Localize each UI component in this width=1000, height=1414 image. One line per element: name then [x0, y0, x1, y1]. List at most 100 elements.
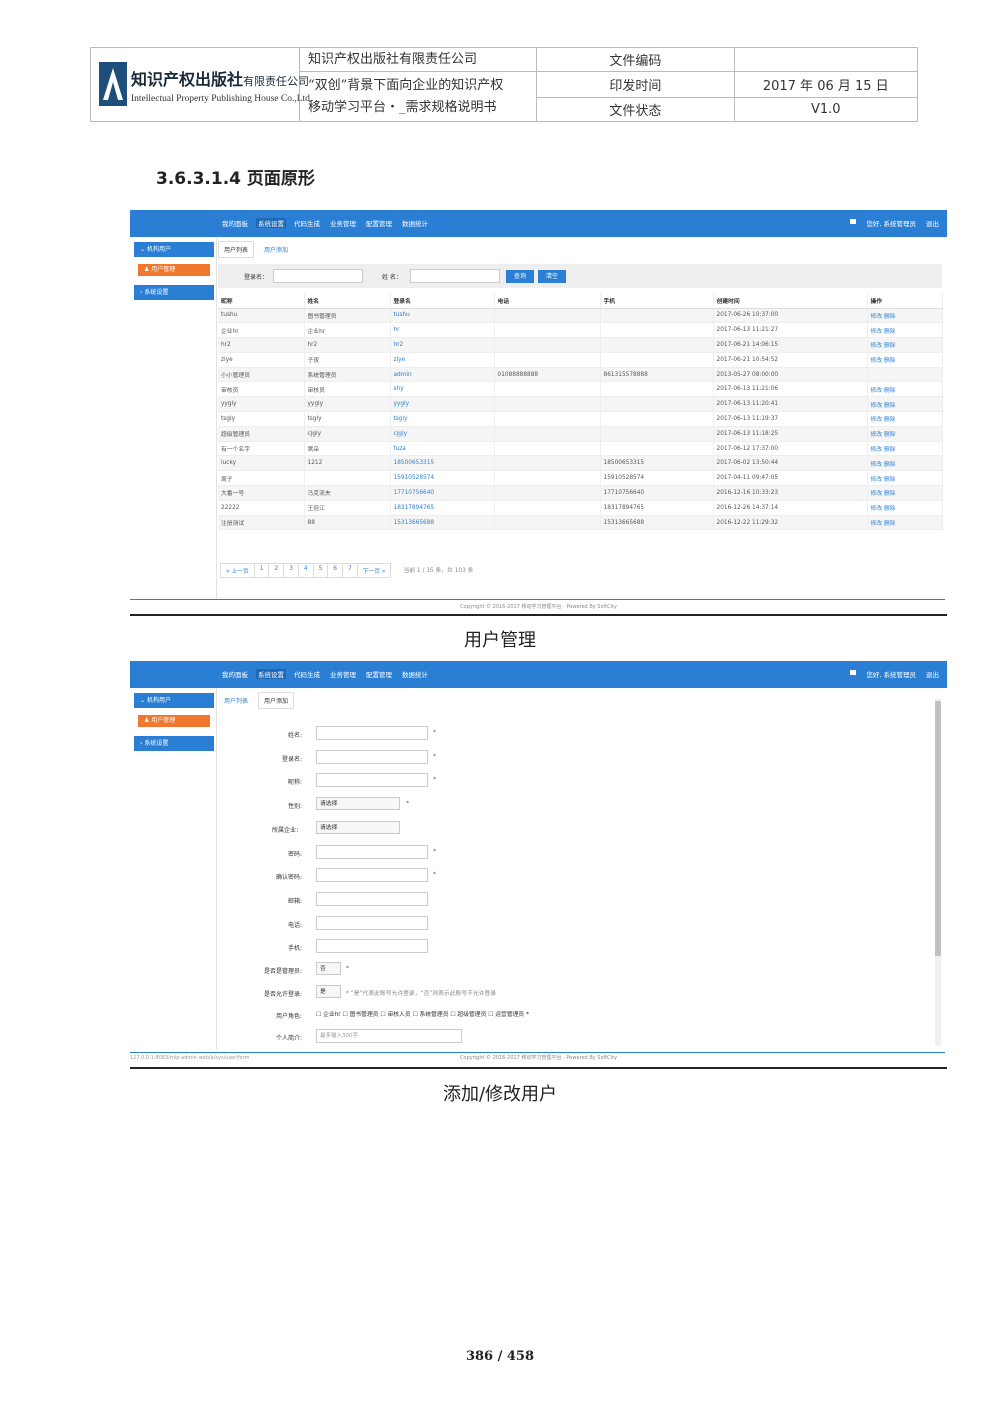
apps-grid-icon[interactable]: [850, 219, 857, 224]
pagination-item[interactable]: 2: [268, 563, 285, 578]
is-admin-select[interactable]: 否: [316, 962, 341, 975]
row-actions[interactable]: 修改 删除: [867, 500, 943, 516]
top-nav-item[interactable]: 系统设置: [256, 669, 286, 679]
user-greeting[interactable]: 您好, 系统管理员: [866, 669, 916, 679]
login-name-link[interactable]: admin: [390, 367, 495, 383]
form-select[interactable]: 请选择: [316, 820, 400, 834]
row-actions[interactable]: 修改 删除: [867, 352, 943, 368]
top-nav-item[interactable]: 数据统计: [400, 218, 430, 228]
tab-user-list[interactable]: 用户列表: [218, 692, 255, 709]
row-actions[interactable]: 修改 删除: [867, 470, 943, 487]
tab-user-add[interactable]: 用户添加: [258, 692, 295, 709]
login-name-link[interactable]: hr2: [390, 337, 495, 353]
search-bar: 登录名： 姓 名： 查询 清空: [218, 264, 942, 288]
form-row-roles: 用户角色: ☐ 企业hr ☐ 图书管理员 ☐ 审核人员 ☐ 系统管理员 ☐ 超级…: [218, 1007, 942, 1027]
allow-login-select[interactable]: 是: [316, 985, 341, 998]
pagination-item[interactable]: 下一页 »: [356, 563, 392, 578]
tab-user-list[interactable]: 用户列表: [218, 241, 255, 258]
form-text-input[interactable]: [316, 915, 428, 930]
logout-link[interactable]: 退出: [926, 218, 939, 228]
row-actions[interactable]: 修改 删除: [867, 308, 943, 324]
login-name-link[interactable]: 18500653315: [390, 455, 495, 472]
row-actions[interactable]: [867, 367, 943, 383]
sidebar-group-system-settings[interactable]: › 系统设置: [134, 285, 214, 300]
top-nav-item[interactable]: 配置管理: [364, 218, 394, 228]
top-nav-item[interactable]: 系统设置: [256, 218, 286, 228]
top-nav-item[interactable]: 代码生成: [292, 218, 322, 228]
sidebar-group-org-users[interactable]: ⌄ 机构用户: [134, 693, 214, 708]
top-nav-item[interactable]: 配置管理: [364, 669, 394, 679]
row-actions[interactable]: 修改 删除: [867, 337, 943, 353]
table-cell: 小小管理员: [218, 367, 305, 383]
login-name-link[interactable]: cjgly: [390, 426, 495, 442]
login-name-input[interactable]: [273, 269, 363, 283]
sidebar-item-user-management[interactable]: ♟ 用户管理: [138, 264, 210, 276]
pagination-item[interactable]: 4: [297, 563, 314, 578]
top-nav-item[interactable]: 业务管理: [328, 669, 358, 679]
top-nav-item[interactable]: 数据统计: [400, 669, 430, 679]
vertical-scrollbar[interactable]: [935, 699, 941, 1046]
login-name-link[interactable]: ziye: [390, 352, 495, 368]
login-name-link[interactable]: tsgly: [390, 411, 495, 427]
document-header: 知识产权出版社有限责任公司 Intellectual Property Publ…: [90, 47, 919, 122]
row-actions[interactable]: 修改 删除: [867, 396, 943, 413]
top-nav-item[interactable]: 我的面板: [220, 669, 250, 679]
pagination-item[interactable]: 3: [283, 563, 299, 578]
row-actions[interactable]: 修改 删除: [867, 441, 943, 457]
form-text-input[interactable]: [316, 868, 428, 883]
login-name-link[interactable]: yygly: [390, 396, 495, 413]
row-actions[interactable]: 修改 删除: [867, 322, 943, 339]
apps-grid-icon[interactable]: [850, 670, 857, 675]
form-text-input[interactable]: [316, 939, 428, 954]
login-name-link[interactable]: 17710756640: [390, 485, 495, 501]
sidebar-item-user-management[interactable]: ♟ 用户管理: [138, 715, 210, 727]
form-text-input[interactable]: [316, 891, 428, 906]
intro-textarea[interactable]: 最多输入300字: [316, 1029, 462, 1043]
row-actions[interactable]: 修改 删除: [867, 455, 943, 472]
doc-code-value: [733, 47, 919, 72]
footer-divider: [130, 599, 945, 600]
login-name-link[interactable]: 15313665688: [390, 515, 495, 531]
login-name-link[interactable]: shy: [390, 381, 495, 398]
login-name-link[interactable]: 18317894765: [390, 500, 495, 516]
sidebar-group-system-settings[interactable]: › 系统设置: [134, 736, 214, 751]
top-nav-item[interactable]: 我的面板: [220, 218, 250, 228]
pagination-item[interactable]: 5: [312, 563, 329, 578]
form-select[interactable]: 请选择: [316, 797, 400, 811]
login-name-link[interactable]: hr: [390, 322, 495, 339]
row-actions[interactable]: 修改 删除: [867, 426, 943, 442]
row-actions[interactable]: 修改 删除: [867, 411, 943, 427]
form-text-input[interactable]: [316, 749, 428, 764]
table-header-cell: 电话: [494, 293, 601, 309]
scrollbar-thumb[interactable]: [935, 701, 941, 956]
login-name-link[interactable]: tushu: [390, 308, 495, 324]
form-field-label: 确认密码:: [275, 874, 302, 882]
row-actions[interactable]: 修改 删除: [867, 485, 943, 501]
top-nav-item[interactable]: 代码生成: [292, 669, 322, 679]
pagination-item[interactable]: 6: [327, 563, 343, 578]
logout-link[interactable]: 退出: [926, 669, 939, 679]
doc-status-value: V1.0: [733, 97, 919, 122]
sidebar-group-org-users[interactable]: ⌄ 机构用户: [134, 242, 214, 257]
table-cell: tushu: [218, 308, 305, 324]
name-input[interactable]: [410, 269, 500, 283]
form-field-label: 电话:: [287, 921, 302, 929]
login-name-link[interactable]: 15910528574: [390, 470, 495, 487]
pagination-item[interactable]: « 上一页: [220, 563, 255, 578]
roles-checkboxes[interactable]: ☐ 企业hr ☐ 图书管理员 ☐ 审核人员 ☐ 系统管理员 ☐ 超级管理员 ☐ …: [316, 1009, 529, 1018]
pagination-item[interactable]: 7: [342, 563, 358, 578]
pagination-item[interactable]: 1: [253, 563, 270, 578]
table-cell: [494, 337, 601, 353]
clear-button[interactable]: 清空: [538, 270, 566, 283]
required-mark: *: [433, 871, 436, 879]
form-text-input[interactable]: [316, 726, 428, 740]
form-text-input[interactable]: [316, 773, 428, 788]
top-nav-item[interactable]: 业务管理: [328, 218, 358, 228]
row-actions[interactable]: 修改 删除: [867, 381, 943, 398]
login-name-link[interactable]: fuza: [390, 441, 495, 457]
row-actions[interactable]: 修改 删除: [867, 515, 943, 531]
tab-user-add[interactable]: 用户添加: [258, 241, 295, 258]
query-button[interactable]: 查询: [506, 270, 534, 283]
user-greeting[interactable]: 您好, 系统管理员: [866, 218, 916, 228]
form-text-input[interactable]: [316, 844, 428, 859]
